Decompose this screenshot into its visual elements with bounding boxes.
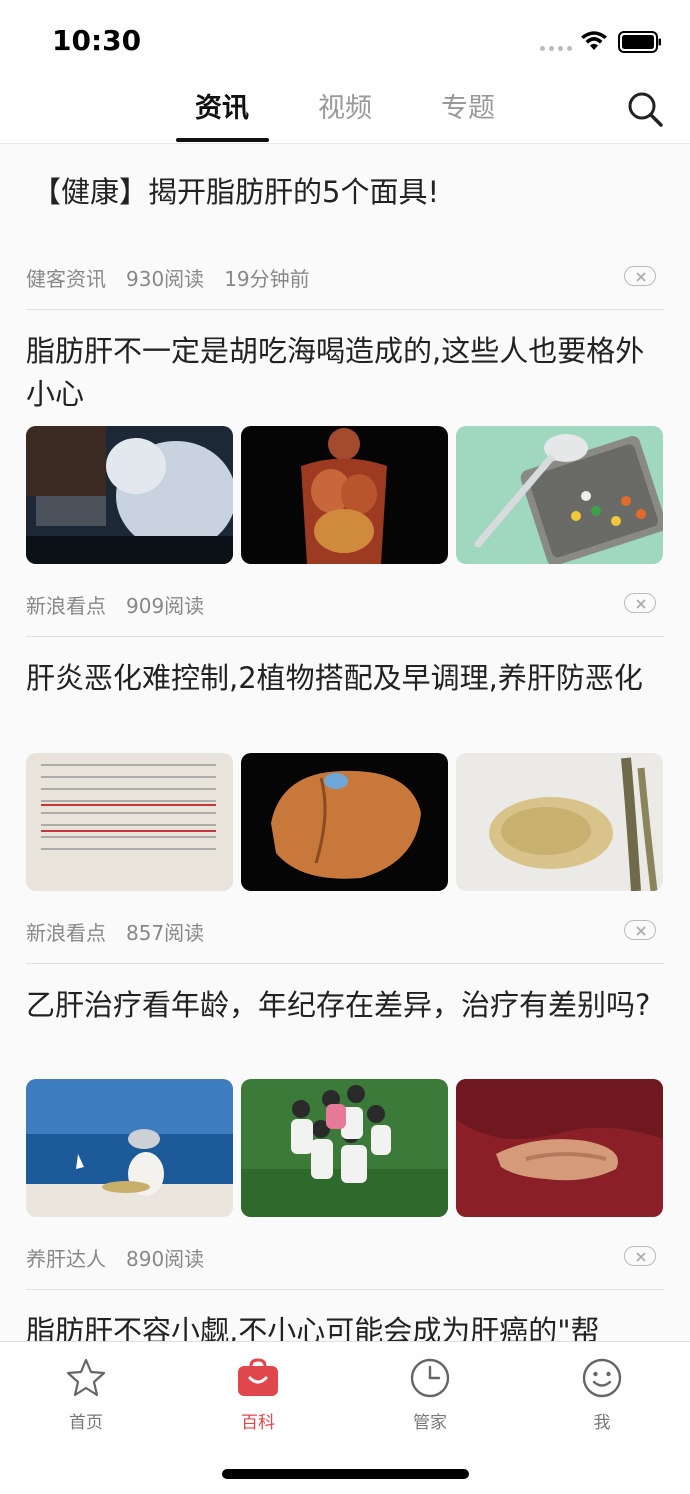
top-tab-bar: 资讯 视频 专题 <box>0 80 690 144</box>
article-thumbnails[interactable] <box>26 753 663 891</box>
article-title[interactable]: 脂肪肝不容小觑,不小心可能会成为肝癌的"帮 <box>26 1310 666 1341</box>
dismiss-button[interactable] <box>624 593 656 613</box>
thumbnail-man-sitting[interactable] <box>26 426 233 564</box>
tabbar-encyclopedia[interactable]: 百科 <box>208 1356 308 1433</box>
close-icon <box>636 272 646 282</box>
article-card[interactable]: 肝炎恶化难控制,2植物搭配及早调理,养肝防恶化 新浪看点 857阅读 <box>26 637 664 964</box>
thumbnail-group[interactable] <box>241 1079 448 1217</box>
thumbnail-pills[interactable] <box>456 426 663 564</box>
article-card[interactable]: 脂肪肝不一定是胡吃海喝造成的,这些人也要格外小心 新浪看点 909阅读 <box>26 310 664 637</box>
active-tab-indicator <box>176 138 269 142</box>
article-source: 新浪看点 <box>26 594 106 618</box>
tabbar-me[interactable]: 我 <box>552 1356 652 1433</box>
tab-video[interactable]: 视频 <box>295 86 395 125</box>
article-reads: 890阅读 <box>126 1247 205 1271</box>
tabbar-manager[interactable]: 管家 <box>380 1356 480 1433</box>
article-reads: 909阅读 <box>126 594 205 618</box>
status-bar: 10:30 <box>0 0 690 80</box>
article-meta: 健客资讯 930阅读 19分钟前 <box>26 263 330 292</box>
article-meta: 养肝达人 890阅读 <box>26 1243 224 1272</box>
article-thumbnails[interactable] <box>26 426 663 564</box>
thumbnail-seeds[interactable] <box>456 753 663 891</box>
article-card[interactable]: 脂肪肝不容小觑,不小心可能会成为肝癌的"帮 <box>26 1290 664 1341</box>
close-icon <box>636 599 646 609</box>
article-card[interactable]: 【健康】揭开脂肪肝的5个面具! 健客资讯 930阅读 19分钟前 <box>26 145 664 310</box>
tabbar-home[interactable]: 首页 <box>36 1356 136 1433</box>
home-indicator <box>222 1469 469 1479</box>
article-source: 新浪看点 <box>26 921 106 945</box>
article-card[interactable]: 乙肝治疗看年龄，年纪存在差异，治疗有差别吗? 养肝达人 890阅读 <box>26 964 664 1290</box>
article-title[interactable]: 乙肝治疗看年龄，年纪存在差异，治疗有差别吗? <box>26 984 656 1027</box>
tab-news[interactable]: 资讯 <box>172 86 272 125</box>
dismiss-button[interactable] <box>624 266 656 286</box>
article-title[interactable]: 【健康】揭开脂肪肝的5个面具! <box>32 171 439 214</box>
dismiss-button[interactable] <box>624 1246 656 1266</box>
tabbar-label: 我 <box>593 1413 611 1433</box>
clock-icon <box>410 1358 450 1398</box>
article-reads: 857阅读 <box>126 921 205 945</box>
dismiss-button[interactable] <box>624 920 656 940</box>
wifi-icon <box>581 31 607 50</box>
search-icon[interactable] <box>626 90 664 128</box>
encyclopedia-icon <box>238 1358 278 1396</box>
article-reads: 930阅读 <box>126 267 205 291</box>
article-thumbnails[interactable] <box>26 1079 663 1217</box>
battery-icon <box>618 31 661 53</box>
tab-topics[interactable]: 专题 <box>418 86 518 125</box>
article-time: 19分钟前 <box>224 267 310 291</box>
close-icon <box>636 1252 646 1262</box>
thumbnail-anatomy[interactable] <box>241 426 448 564</box>
thumbnail-liver[interactable] <box>241 753 448 891</box>
tabbar-label: 百科 <box>241 1413 275 1433</box>
smiley-icon <box>582 1358 622 1398</box>
article-source: 健客资讯 <box>26 267 106 291</box>
tabbar-label: 首页 <box>69 1413 103 1433</box>
news-feed[interactable]: 【健康】揭开脂肪肝的5个面具! 健客资讯 930阅读 19分钟前 脂肪肝不一定是胡吃… <box>0 145 690 1341</box>
status-time: 10:30 <box>52 24 142 57</box>
article-title[interactable]: 肝炎恶化难控制,2植物搭配及早调理,养肝防恶化 <box>26 657 656 700</box>
tabbar-label: 管家 <box>413 1413 447 1433</box>
article-meta: 新浪看点 857阅读 <box>26 917 224 946</box>
signal-icon <box>540 46 572 51</box>
article-meta: 新浪看点 909阅读 <box>26 590 224 619</box>
article-source: 养肝达人 <box>26 1247 106 1271</box>
thumbnail-lab-report[interactable] <box>26 753 233 891</box>
thumbnail-beach-child[interactable] <box>26 1079 233 1217</box>
close-icon <box>636 926 646 936</box>
thumbnail-hands[interactable] <box>456 1079 663 1217</box>
star-icon <box>66 1358 106 1397</box>
article-title[interactable]: 脂肪肝不一定是胡吃海喝造成的,这些人也要格外小心 <box>26 330 656 416</box>
